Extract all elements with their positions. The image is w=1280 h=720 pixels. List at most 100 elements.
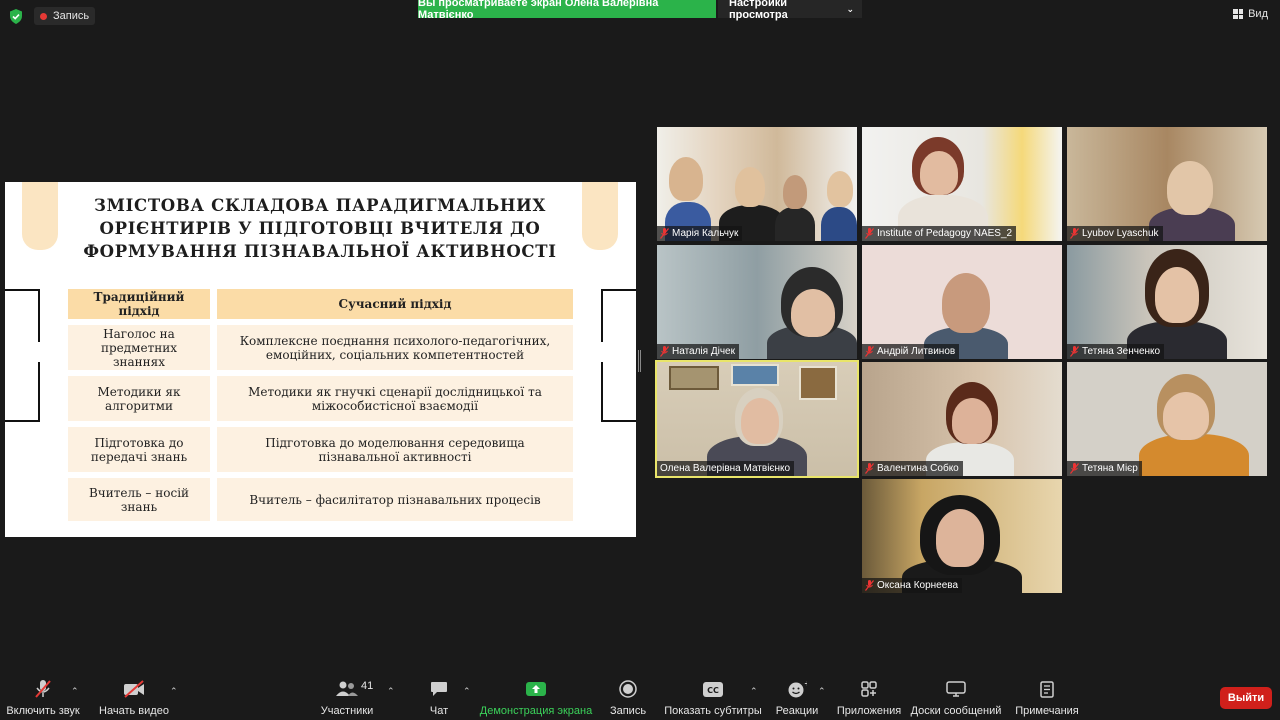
video-options-caret-icon[interactable]: ⌃ [170,686,178,697]
participant-name-label: Андрій Литвинов [862,344,960,359]
video-tile[interactable]: Андрій Литвинов [862,245,1062,359]
whiteboard-icon [946,681,966,697]
muted-microphone-icon [1070,228,1079,239]
chat-options-caret-icon[interactable]: ⌃ [463,686,471,697]
captions-options-caret-icon[interactable]: ⌃ [750,686,758,697]
participant-name-label: Наталія Дічек [657,344,739,359]
participant-name: Тетяна Зенченко [1082,346,1161,357]
closed-captions-icon: CC [703,681,723,697]
whiteboards-label: Доски сообщений [910,705,1002,717]
share-screen-button[interactable]: Демонстрация экрана [479,676,593,720]
chat-button[interactable]: Чат [428,676,450,720]
decorative-tab-right [582,182,618,250]
grid-view-icon [1233,9,1244,19]
svg-text:+: + [804,680,807,688]
table-cell: Методики як гнучкі сценарії дослідницько… [217,376,573,421]
participant-name-label: Оксана Корнеева [862,578,963,593]
video-off-icon [124,680,144,698]
participants-options-caret-icon[interactable]: ⌃ [387,686,395,697]
video-tile[interactable]: Наталія Дічек [657,245,857,359]
video-tile-active-speaker[interactable]: Олена Валерівна Матвієнко [655,360,859,478]
slide-title-line: ЗМІСТОВА СКЛАДОВА ПАРАДИГМАЛЬНИХ [94,196,546,215]
notes-button[interactable]: Примечания [1015,676,1079,720]
video-tile[interactable]: Тетяна Зенченко [1067,245,1267,359]
participants-icon [336,681,358,696]
reactions-label: Реакции [775,705,819,717]
view-options-label: Настройки просмотра [729,0,788,21]
participant-name-label: Institute of Pedagogy NAES_2 [862,226,1017,241]
view-label: Вид [1248,8,1268,20]
video-tile[interactable]: Lyubov Lyaschuk [1067,127,1267,241]
table-cell: Наголос на предметних знаннях [68,325,210,370]
participant-name-label: Марія Кальчук [657,226,743,241]
view-button[interactable]: Вид [1233,8,1268,20]
chevron-down-icon: ⌄ [846,3,854,14]
record-label: Запись [609,705,647,717]
svg-text:CC: CC [707,686,719,695]
record-icon [619,680,637,698]
participant-name: Оксана Корнеева [877,580,959,591]
table-cell: Комплексне поєднання психолого-педагогіч… [217,325,573,370]
share-screen-icon [526,682,546,696]
start-video-label: Начать видео [99,705,169,717]
participant-name: Lyubov Lyaschuk [1082,228,1159,239]
recording-indicator[interactable]: Запись [34,7,96,25]
participant-name: Валентина Собко [877,463,959,474]
apps-icon [861,681,877,697]
reactions-options-caret-icon[interactable]: ⌃ [818,686,826,697]
shared-screen-slide: ЗМІСТОВА СКЛАДОВА ПАРАДИГМАЛЬНИХ ОРІЄНТИ… [5,182,636,537]
security-shield-icon[interactable] [9,9,23,24]
muted-microphone-icon [865,580,874,591]
video-tile[interactable]: Валентина Собко [862,362,1062,476]
recording-label: Запись [53,10,90,22]
slide-title-line: ОРІЄНТИРІВ У ПІДГОТОВЦІ ВЧИТЕЛЯ ДО [99,219,541,238]
panel-splitter-handle[interactable] [638,350,642,372]
decorative-bracket [601,362,636,422]
participants-label: Участники [320,705,374,717]
leave-meeting-button[interactable]: Выйти [1220,687,1272,709]
reactions-button[interactable]: + Реакции [775,676,819,720]
audio-options-caret-icon[interactable]: ⌃ [71,686,79,697]
start-video-button[interactable]: Начать видео [99,676,169,720]
view-options-dropdown[interactable]: Настройки просмотра ⌄ [718,0,862,21]
video-tile[interactable]: Оксана Корнеева [862,479,1062,593]
video-tile[interactable]: Марія Кальчук [657,127,857,241]
apps-label: Приложения [836,705,902,717]
notes-icon [1040,680,1054,698]
decorative-bracket [5,289,40,342]
participant-name: Наталія Дічек [672,346,735,357]
table-cell: Підготовка до моделювання середовища піз… [217,427,573,472]
muted-microphone-icon [865,228,874,239]
decorative-bracket [5,362,40,422]
record-button[interactable]: Запись [610,676,646,720]
muted-microphone-icon [660,346,669,357]
share-screen-label: Демонстрация экрана [479,705,593,717]
decorative-tab-left [22,182,58,250]
notes-label: Примечания [1015,705,1079,717]
show-captions-label: Показать субтитры [664,705,762,717]
video-tile[interactable]: Тетяна Мієр [1067,362,1267,476]
table-cell: Підготовка до передачі знань [68,427,210,472]
unmute-button[interactable]: Включить звук [6,676,80,720]
participant-name: Олена Валерівна Матвієнко [660,463,791,474]
slide-title: ЗМІСТОВА СКЛАДОВА ПАРАДИГМАЛЬНИХ ОРІЄНТИ… [65,194,575,263]
table-header-traditional: Традиційний підхід [68,289,210,319]
video-tile[interactable]: Institute of Pedagogy NAES_2 [862,127,1062,241]
show-captions-button[interactable]: CC Показать субтитры [664,676,762,720]
recording-dot-icon [40,12,47,20]
participant-name: Андрій Литвинов [877,346,956,357]
participant-name: Тетяна Мієр [1082,463,1138,474]
zoom-meeting-window: Запись Вы просматриваете экран Олена Вал… [0,0,1280,720]
decorative-bracket [601,289,636,342]
participant-name: Institute of Pedagogy NAES_2 [877,228,1013,239]
chat-icon [431,682,447,696]
meeting-toolbar: Включить звук ⌃ Начать видео ⌃ Участники… [0,676,1280,720]
participant-name-label: Олена Валерівна Матвієнко [657,461,795,476]
muted-microphone-icon [865,463,874,474]
whiteboards-button[interactable]: Доски сообщений [910,676,1002,720]
apps-button[interactable]: Приложения [836,676,902,720]
table-cell: Вчитель – фасилітатор пізнавальних проце… [217,478,573,521]
screen-share-banner: Вы просматриваете экран Олена Валерівна … [418,0,716,21]
participant-name: Марія Кальчук [672,228,739,239]
participant-name-label: Валентина Собко [862,461,963,476]
